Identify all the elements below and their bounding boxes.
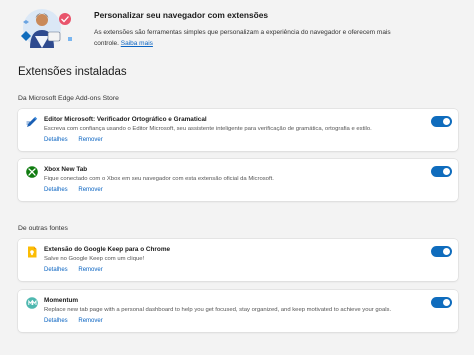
extension-name: Xbox New Tab: [44, 166, 88, 173]
xbox-icon: [26, 166, 38, 178]
details-link[interactable]: Detalhes: [44, 267, 68, 273]
remove-link[interactable]: Remover: [78, 187, 102, 193]
enable-toggle[interactable]: [431, 297, 452, 308]
banner-title: Personalizar seu navegador com extensões: [94, 10, 269, 20]
toggle-knob: [443, 299, 450, 306]
enable-toggle[interactable]: [431, 116, 452, 127]
extension-description: Escreva com confiança usando o Editor Mi…: [44, 126, 372, 132]
details-link[interactable]: Detalhes: [44, 318, 68, 324]
details-link[interactable]: Detalhes: [44, 137, 68, 143]
extension-name: Extensão do Google Keep para o Chrome: [44, 246, 171, 253]
toggle-knob: [443, 168, 450, 175]
toggle-knob: [443, 248, 450, 255]
toggle-knob: [443, 118, 450, 125]
extension-description: Replace new tab page with a personal das…: [44, 307, 392, 313]
extension-actions: Detalhes Remover: [44, 137, 112, 143]
extension-description: Fique conectado com o Xbox em seu navega…: [44, 176, 274, 182]
learn-more-link[interactable]: Saiba mais: [121, 40, 153, 47]
extension-actions: Detalhes Remover: [44, 187, 112, 193]
remove-link[interactable]: Remover: [78, 137, 102, 143]
remove-link[interactable]: Remover: [78, 318, 102, 324]
remove-link[interactable]: Remover: [78, 267, 102, 273]
extension-description: Salve no Google Keep com um clique!: [44, 256, 145, 262]
momentum-icon: [26, 297, 38, 309]
enable-toggle[interactable]: [431, 166, 452, 177]
extension-name: Momentum: [44, 297, 79, 304]
google-keep-icon: [28, 246, 37, 258]
group-heading-edge-store: Da Microsoft Edge Add-ons Store: [18, 95, 119, 102]
group-heading-other-sources: De outras fontes: [18, 225, 68, 232]
details-link[interactable]: Detalhes: [44, 187, 68, 193]
person-illustration-icon: [21, 9, 72, 48]
extension-actions: Detalhes Remover: [44, 267, 112, 273]
extension-name: Editor Microsoft: Verificador Ortográfic…: [44, 116, 207, 123]
extension-card-xbox: Xbox New Tab Fique conectado com o Xbox …: [18, 159, 458, 201]
extension-card-editor: Editor Microsoft: Verificador Ortográfic…: [18, 109, 458, 151]
installed-extensions-heading: Extensões instaladas: [18, 66, 127, 78]
extensions-banner: Personalizar seu navegador com extensões…: [18, 6, 458, 52]
extension-card-momentum: Momentum Replace new tab page with a per…: [18, 290, 458, 332]
editor-pen-icon: [26, 116, 38, 127]
enable-toggle[interactable]: [431, 246, 452, 257]
banner-description: As extensões são ferramentas simples que…: [94, 28, 414, 49]
extension-actions: Detalhes Remover: [44, 318, 112, 324]
extension-card-google-keep: Extensão do Google Keep para o Chrome Sa…: [18, 239, 458, 281]
